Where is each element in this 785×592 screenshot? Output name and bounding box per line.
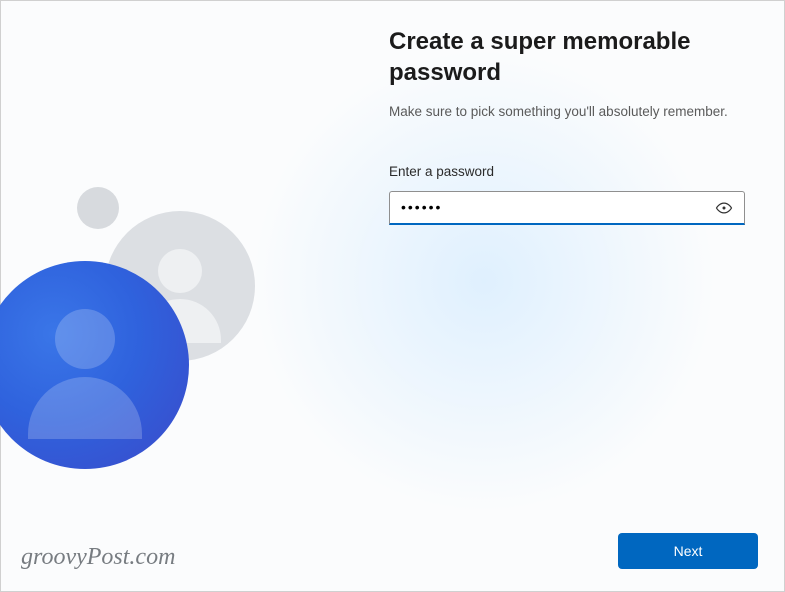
eye-icon xyxy=(715,199,733,217)
decorative-dot xyxy=(77,187,119,229)
page-title: Create a super memorable password xyxy=(389,26,745,88)
person-icon-grey xyxy=(105,211,255,361)
password-label: Enter a password xyxy=(389,164,745,179)
avatar-illustration xyxy=(1,181,271,481)
page-subtitle: Make sure to pick something you'll absol… xyxy=(389,102,745,122)
password-field-wrapper xyxy=(389,191,745,225)
person-icon-blue xyxy=(0,261,189,469)
setup-form: Create a super memorable password Make s… xyxy=(389,26,745,225)
watermark-text: groovyPost.com xyxy=(21,544,175,571)
password-reveal-button[interactable] xyxy=(709,191,739,225)
next-button[interactable]: Next xyxy=(618,533,758,569)
password-input[interactable] xyxy=(389,191,745,225)
